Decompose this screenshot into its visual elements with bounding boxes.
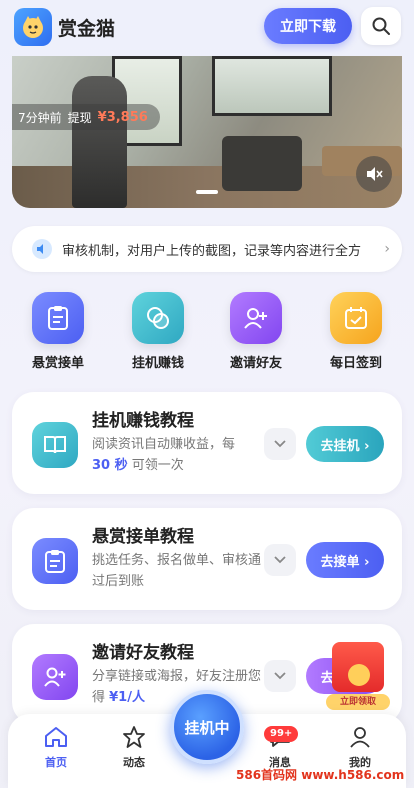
quick-action-label: 每日签到 [329,356,382,371]
download-button[interactable]: 立即下载 [264,8,352,44]
video-banner[interactable]: 7分钟前 提现 ¥3,856 [12,56,402,208]
coins-icon [132,292,184,344]
quick-action-label: 邀请好友 [229,356,282,371]
red-packet-float[interactable]: 立即领取 [326,642,390,712]
tutorial-card-task[interactable]: 悬赏接单教程 挑选任务、报名做单、审核通过后到账 去接单 › [12,508,402,610]
quick-action-label: 悬赏接单 [31,356,84,371]
card-title: 邀请好友教程 [92,643,194,663]
header: 赏金猫 立即下载 [0,0,414,56]
notice-text: 审核机制，对用户上传的截图，记录等内容进行全方 [62,243,362,259]
book-icon [32,422,78,468]
add-user-icon [32,654,78,700]
notice-bar[interactable]: 审核机制，对用户上传的截图，记录等内容进行全方 › [12,226,402,272]
chevron-down-icon[interactable] [264,428,296,460]
go-idle-button[interactable]: 去挂机 › [306,426,384,462]
tab-label: 动态 [123,756,145,769]
quick-action-checkin[interactable]: 每日签到 [316,292,396,376]
chevron-right-icon: › [384,241,390,257]
ticker-amount: ¥3,856 [97,109,148,125]
speaker-mute-icon [367,167,383,181]
speaker-icon [32,239,52,259]
ticker-action: 提现 [67,110,92,125]
quick-action-idle[interactable]: 挂机赚钱 [118,292,198,376]
carousel-indicator [196,190,218,194]
banner-person [72,76,127,208]
tab-profile[interactable]: 我的 [330,726,390,770]
go-task-button[interactable]: 去接单 › [306,542,384,578]
add-user-icon [230,292,282,344]
withdraw-ticker: 7分钟前 提现 ¥3,856 [12,104,160,130]
ticker-time: 7分钟前 [18,110,62,125]
quick-action-invite[interactable]: 邀请好友 [216,292,296,376]
search-icon [372,17,390,35]
tutorial-card-idle[interactable]: 挂机赚钱教程 阅读资讯自动赚收益，每 30 秒 可领一次 去挂机 › [12,392,402,494]
tab-feed[interactable]: 动态 [104,726,164,770]
card-title: 挂机赚钱教程 [92,411,194,431]
card-description: 阅读资讯自动赚收益，每 30 秒 可领一次 [92,437,236,473]
quick-action-label: 挂机赚钱 [131,356,184,371]
search-button[interactable] [361,7,401,45]
mute-button[interactable] [356,156,392,192]
home-icon [45,727,67,747]
card-description: 挑选任务、报名做单、审核通过后到账 [92,553,262,589]
chevron-down-icon[interactable] [264,660,296,692]
tab-label: 首页 [45,756,67,769]
cat-logo-icon [23,16,43,38]
card-description: 分享链接或海报，好友注册您得 ¥1/人 [92,669,262,705]
banner-window [212,56,332,116]
calendar-check-icon [330,292,382,344]
quick-action-task[interactable]: 悬赏接单 [18,292,98,376]
user-icon [350,727,370,748]
clipboard-icon [32,292,84,344]
card-title: 悬赏接单教程 [92,527,194,547]
idle-status-button[interactable]: 挂机中 [170,690,244,764]
message-badge: 99+ [264,726,299,742]
bear-icon [348,664,370,686]
star-icon [123,726,145,748]
chevron-down-icon[interactable] [264,544,296,576]
app-logo [14,8,52,46]
clipboard-icon [32,538,78,584]
red-packet-label: 立即领取 [326,694,390,710]
watermark: 586首码网 www.h586.com [236,768,405,782]
quick-actions: 悬赏接单 挂机赚钱 邀请好友 每日签到 [0,292,414,376]
tab-home[interactable]: 首页 [26,726,86,770]
banner-chair [222,136,302,191]
app-name: 赏金猫 [58,18,116,40]
